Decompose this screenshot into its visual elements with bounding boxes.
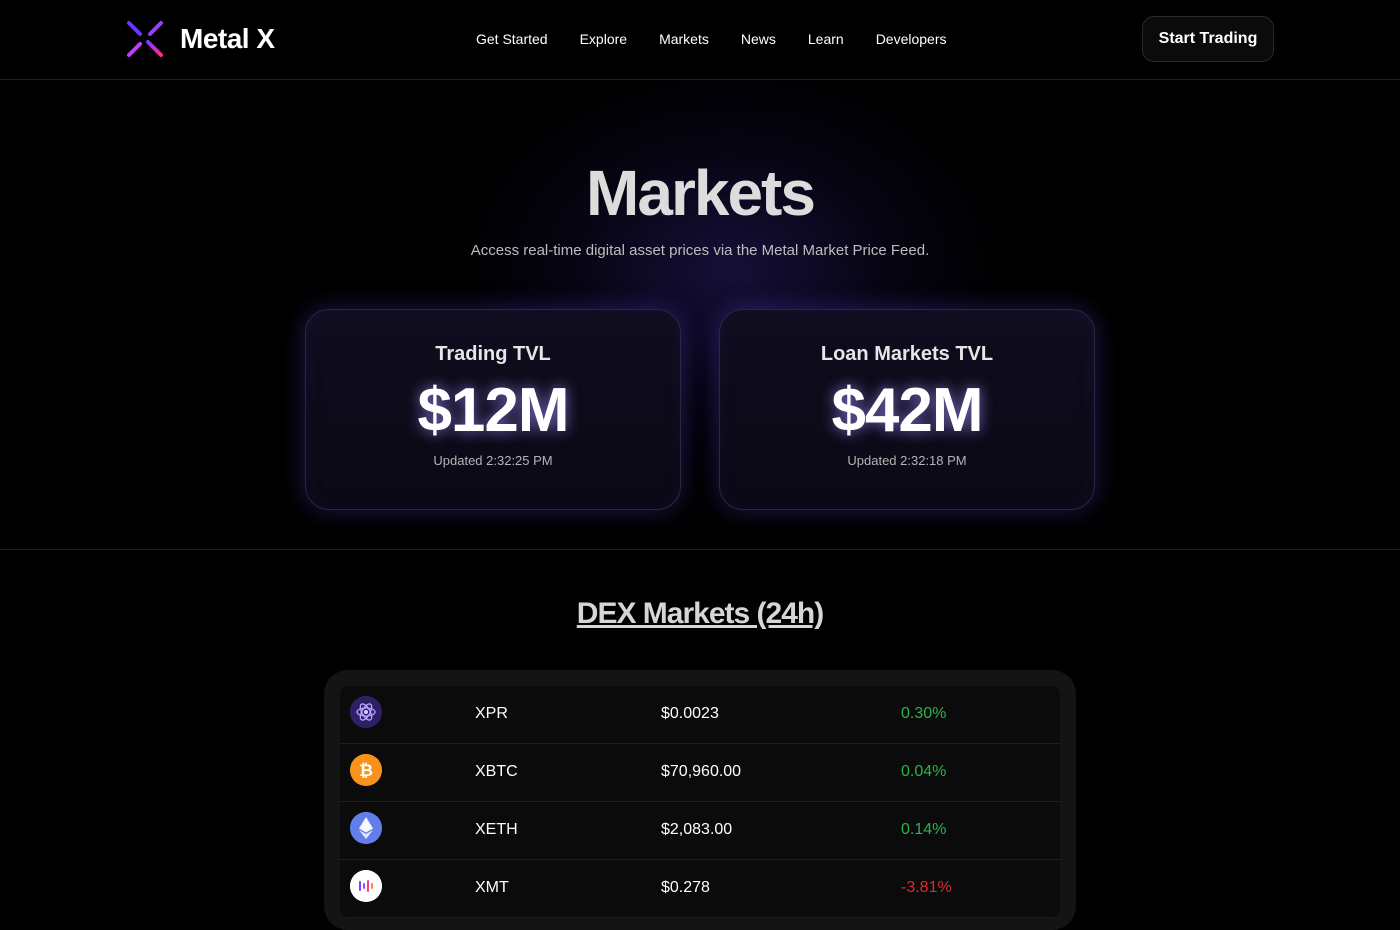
start-trading-button[interactable]: Start Trading — [1142, 16, 1274, 62]
market-row-xpr[interactable]: XPR $0.0023 0.30% — [340, 686, 1060, 744]
brand-name: Metal X — [180, 23, 275, 54]
market-change: 0.04% — [901, 763, 947, 780]
market-symbol: XBTC — [475, 763, 518, 780]
market-price: $2,083.00 — [661, 821, 733, 838]
market-price: $70,960.00 — [661, 763, 742, 780]
dex-markets-title[interactable]: DEX Markets (24h) — [0, 597, 1400, 631]
loan-tvl-value: $42M — [831, 376, 983, 445]
metal-x-logo-icon — [127, 21, 163, 57]
trading-tvl-value: $12M — [417, 376, 569, 445]
loan-tvl-label: Loan Markets TVL — [820, 343, 994, 365]
market-price: $0.278 — [661, 879, 710, 896]
xmt-icon — [350, 870, 382, 902]
page-subtitle: Access real-time digital asset prices vi… — [470, 242, 930, 259]
market-symbol: XMT — [475, 879, 509, 896]
svg-text:₿: ₿ — [359, 761, 373, 781]
market-row-xbtc[interactable]: ₿ XBTC $70,960.00 0.04% — [340, 744, 1060, 802]
market-change: -3.81% — [901, 879, 952, 896]
market-row-xeth[interactable]: XETH $2,083.00 0.14% — [340, 802, 1060, 860]
nav-get-started[interactable]: Get Started — [476, 31, 548, 47]
main-nav: Get Started Explore Markets News Learn D… — [476, 31, 979, 47]
market-change: 0.30% — [901, 705, 947, 722]
market-symbol: XPR — [475, 705, 508, 722]
dex-markets-list: XPR $0.0023 0.30% ₿ XBTC $70,960.00 0.04… — [340, 686, 1060, 918]
trading-tvl-updated: Updated 2:32:25 PM — [433, 453, 553, 469]
trading-tvl-card: Trading TVL $12M Updated 2:32:25 PM — [305, 309, 681, 510]
market-price: $0.0023 — [661, 705, 719, 722]
loan-tvl-updated: Updated 2:32:18 PM — [847, 453, 967, 469]
nav-explore[interactable]: Explore — [580, 31, 627, 47]
bitcoin-icon: ₿ — [350, 754, 382, 786]
loan-tvl-card: Loan Markets TVL $42M Updated 2:32:18 PM — [719, 309, 1095, 510]
xpr-icon — [350, 696, 382, 728]
section-divider — [0, 549, 1400, 550]
dex-markets-table: XPR $0.0023 0.30% ₿ XBTC $70,960.00 0.04… — [324, 670, 1076, 930]
ethereum-icon — [350, 812, 382, 844]
brand-logo[interactable]: Metal X — [126, 20, 275, 58]
page-title: Markets — [586, 157, 816, 229]
nav-developers[interactable]: Developers — [876, 31, 947, 47]
nav-learn[interactable]: Learn — [808, 31, 844, 47]
site-header: Metal X Get Started Explore Markets News… — [0, 0, 1400, 80]
nav-markets[interactable]: Markets — [659, 31, 709, 47]
market-row-xmt[interactable]: XMT $0.278 -3.81% — [340, 860, 1060, 918]
market-change: 0.14% — [901, 821, 947, 838]
market-symbol: XETH — [475, 821, 518, 838]
trading-tvl-label: Trading TVL — [435, 343, 551, 365]
nav-news[interactable]: News — [741, 31, 776, 47]
